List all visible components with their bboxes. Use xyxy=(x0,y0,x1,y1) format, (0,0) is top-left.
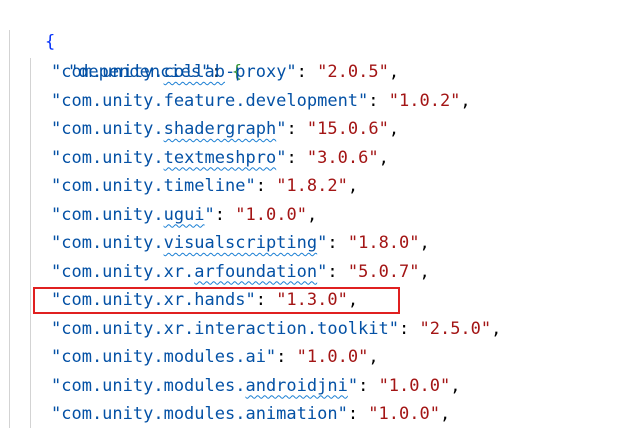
spellcheck-word: arfoundation xyxy=(194,261,318,282)
package-version: "1.0.0" xyxy=(235,204,307,225)
indent-guide-1 xyxy=(9,30,10,428)
package-version: "1.0.0" xyxy=(378,375,451,396)
dependency-entry: "com.unity.modules.ai": "1.0.0", xyxy=(51,343,379,371)
package-name: "com.unity. xyxy=(51,147,164,168)
spellcheck-word: textmeshpro xyxy=(163,147,277,168)
dependency-entry: "com.unity.modules.androidjni": "1.0.0", xyxy=(51,372,460,400)
dependency-entry: "com.unity.shadergraph": "15.0.6", xyxy=(51,115,399,143)
package-name: "com.unity.modules. xyxy=(51,375,246,396)
package-name: "com.unity. xyxy=(51,233,164,253)
spellcheck-word: androidjni xyxy=(245,375,348,396)
package-version: "1.0.0" xyxy=(368,404,440,424)
package-version: "15.0.6" xyxy=(306,119,389,139)
package-name-rest: " xyxy=(347,375,359,396)
colon: : xyxy=(286,119,307,139)
colon: : xyxy=(214,204,236,225)
package-name: "com.unity.xr. xyxy=(51,261,195,282)
highlight-box xyxy=(33,287,400,314)
dependency-entry: "com.unity.textmeshpro": "3.0.6", xyxy=(51,144,389,172)
comma: , xyxy=(388,119,400,139)
dependency-entry: "com.unity.modules.animation": "1.0.0", xyxy=(51,400,450,428)
comma: , xyxy=(419,233,430,253)
package-name: "com.unity.modules.animation" xyxy=(51,404,348,424)
package-name-rest: " xyxy=(317,233,328,253)
dependency-entry: "com.unity.feature.development": "1.0.2"… xyxy=(51,87,471,115)
colon: : xyxy=(327,261,348,282)
package-name: "com.unity.timeline" xyxy=(51,176,256,196)
spellcheck-word: shadergraph xyxy=(163,119,277,139)
package-name-rest: " xyxy=(276,119,287,139)
comma: , xyxy=(419,261,430,282)
package-version: "1.0.2" xyxy=(388,90,461,111)
spellcheck-word: collab xyxy=(163,62,226,82)
package-name-rest: -proxy" xyxy=(225,62,297,82)
code-editor[interactable]: { "dependencies": { "com.unity.collab-pr… xyxy=(0,0,629,428)
colon: : xyxy=(286,147,307,168)
comma: , xyxy=(306,204,318,225)
colon: : xyxy=(347,404,369,424)
package-version: "2.5.0" xyxy=(419,318,492,339)
dependency-entry: "com.unity.timeline": "1.8.2", xyxy=(51,172,358,200)
colon: : xyxy=(255,176,277,196)
dependency-entry: "com.unity.xr.interaction.toolkit": "2.5… xyxy=(51,315,501,343)
comma: , xyxy=(439,404,451,424)
spellcheck-word: visualscripting xyxy=(163,233,318,253)
comma: , xyxy=(450,375,461,396)
comma: , xyxy=(368,347,379,367)
package-name-rest: " xyxy=(317,261,328,282)
package-name: "com.unity.feature.development" xyxy=(51,90,369,111)
comma: , xyxy=(378,147,389,168)
comma: , xyxy=(347,176,359,196)
package-version: "3.0.6" xyxy=(306,147,379,168)
package-name: "com.unity. xyxy=(51,62,164,82)
dependency-entry: "com.unity.xr.arfoundation": "5.0.7", xyxy=(51,258,430,286)
dependency-entry: "com.unity.collab-proxy": "2.0.5", xyxy=(51,58,399,86)
package-name: "com.unity. xyxy=(51,204,164,225)
comma: , xyxy=(388,62,400,82)
colon: : xyxy=(358,375,379,396)
package-version: "1.8.0" xyxy=(347,233,420,253)
line-open-brace: { xyxy=(4,0,55,52)
dependency-entry: "com.unity.ugui": "1.0.0", xyxy=(51,201,317,229)
package-version: "1.0.0" xyxy=(296,347,369,367)
package-name-rest: " xyxy=(204,204,215,225)
package-version: "5.0.7" xyxy=(347,261,420,282)
colon: : xyxy=(296,62,318,82)
package-version: "2.0.5" xyxy=(317,62,389,82)
package-version: "1.8.2" xyxy=(276,176,348,196)
line-dependencies: "dependencies": { xyxy=(27,30,242,82)
colon: : xyxy=(276,347,297,367)
package-name: "com.unity.modules.ai" xyxy=(51,347,277,367)
comma: , xyxy=(491,318,502,339)
dependency-entry: "com.unity.visualscripting": "1.8.0", xyxy=(51,229,430,257)
colon: : xyxy=(368,90,389,111)
package-name: "com.unity.xr.interaction.toolkit" xyxy=(51,318,399,339)
spellcheck-word: ugui xyxy=(163,204,205,225)
package-name-rest: " xyxy=(276,147,287,168)
package-name: "com.unity. xyxy=(51,119,164,139)
comma: , xyxy=(460,90,471,111)
colon: : xyxy=(327,233,348,253)
colon: : xyxy=(399,318,420,339)
